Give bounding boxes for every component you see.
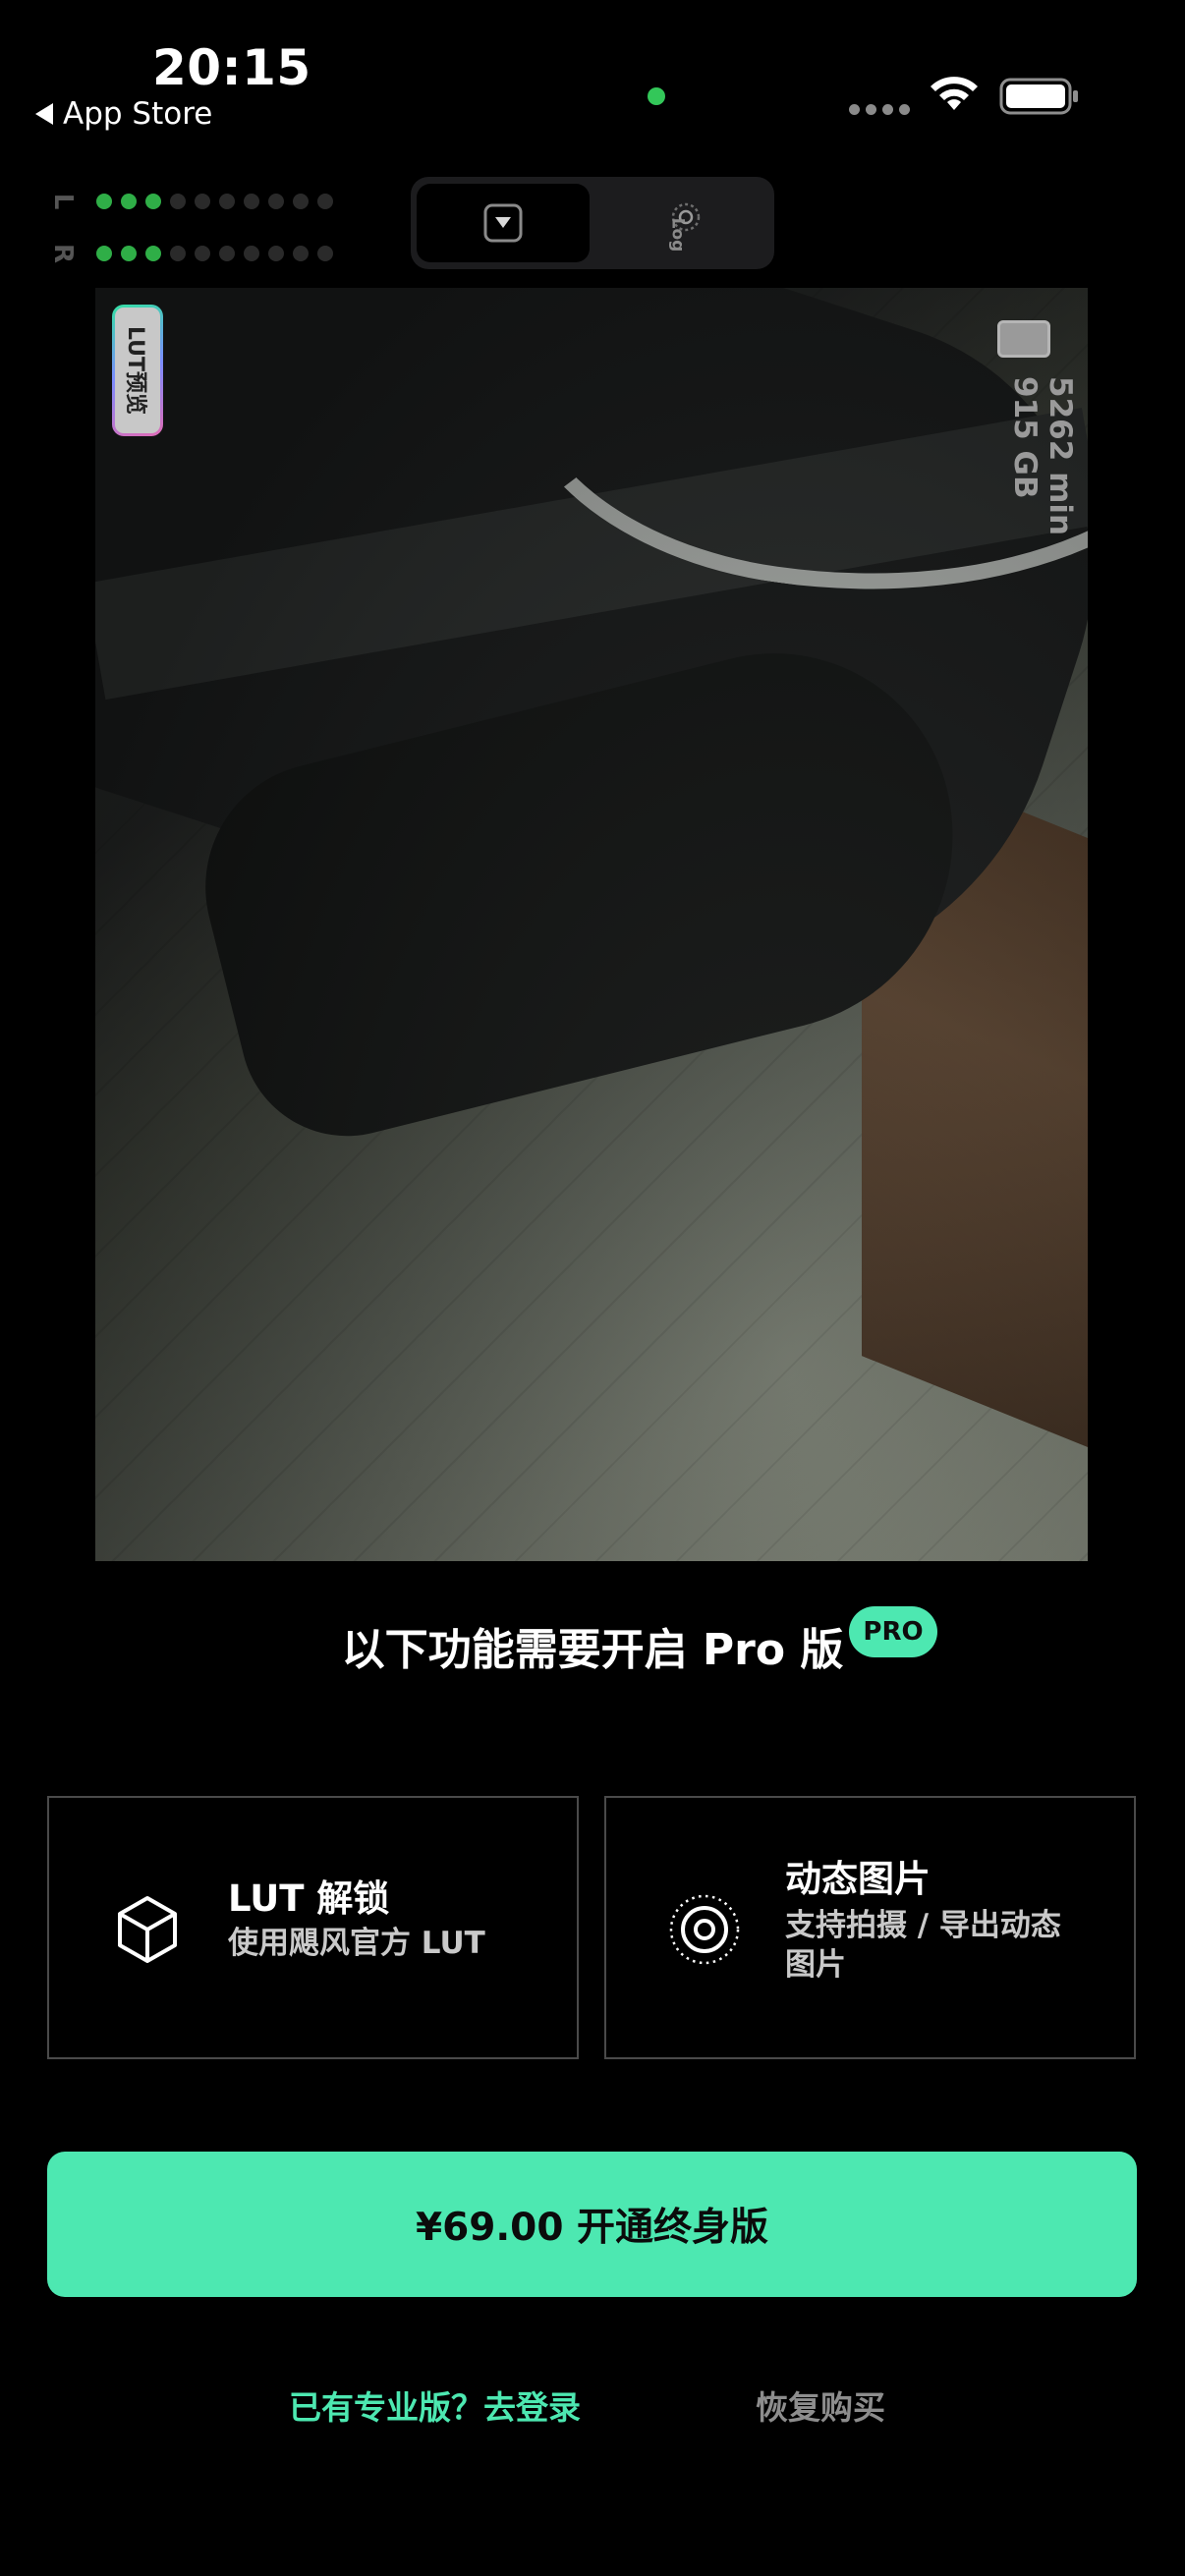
meter-led (317, 246, 333, 261)
status-time: 20:15 (152, 39, 311, 96)
meter-led (121, 194, 137, 209)
log-mode-label: Log (667, 217, 688, 252)
meter-led (293, 194, 309, 209)
sd-card-icon (997, 320, 1050, 358)
battery-icon (999, 78, 1078, 115)
free-space: 915 GB (1007, 376, 1043, 499)
preview-vignette (95, 288, 1088, 1561)
audio-meter-left-label: L (48, 193, 78, 210)
pro-required-title: 以下功能需要开启 Pro 版 (341, 1625, 844, 1675)
feature-lut-desc: 使用飓风官方 LUT (228, 1926, 485, 1961)
restore-purchase-link[interactable]: 恢复购买 (756, 2381, 885, 2429)
meter-led (317, 194, 333, 209)
filter-mode-icon (483, 203, 523, 243)
meter-led (219, 246, 235, 261)
audio-meter-right: R (48, 239, 333, 268)
feature-card-lut: LUT 解锁 使用飓风官方 LUT (47, 1796, 579, 2059)
meter-led (268, 246, 284, 261)
back-to-app-store-button[interactable]: App Store (35, 96, 212, 132)
feature-live-title: 动态图片 (785, 1858, 931, 1900)
audio-meter-left-leds (96, 194, 333, 209)
meter-led (293, 246, 309, 261)
meter-led (219, 194, 235, 209)
pro-upgrade-screen: 20:15 App Store L R Log LUT预览 5262 min 9… (0, 0, 1185, 2576)
audio-meter-right-leds (96, 246, 333, 261)
mode-log-tab[interactable]: Log (595, 184, 768, 262)
meter-led (96, 246, 112, 261)
audio-meter-left: L (48, 187, 333, 216)
mode-switch: Log (411, 177, 774, 269)
cellular-signal-icon (849, 104, 910, 115)
feature-lut-title: LUT 解锁 (228, 1877, 390, 1920)
meter-led (195, 246, 210, 261)
wifi-icon (931, 77, 978, 110)
pro-badge: PRO (849, 1606, 937, 1657)
login-link[interactable]: 已有专业版？去登录 (289, 2381, 581, 2429)
meter-led (96, 194, 112, 209)
feature-live-desc: 支持拍摄 / 导出动态图片 (785, 1908, 1061, 1983)
meter-led (145, 246, 161, 261)
live-photo-icon (669, 1894, 740, 1965)
audio-meter-right-label: R (48, 243, 78, 264)
meter-led (244, 194, 259, 209)
mode-filter-tab[interactable] (417, 184, 590, 262)
buy-lifetime-button[interactable]: ¥69.00 开通终身版 (47, 2152, 1137, 2297)
lut-preview-label: LUT预览 (123, 325, 148, 416)
meter-led (244, 246, 259, 261)
meter-led (195, 194, 210, 209)
meter-led (121, 246, 137, 261)
meter-led (145, 194, 161, 209)
meter-led (268, 194, 284, 209)
mic-indicator-icon (648, 87, 665, 105)
remaining-time: 5262 min (1043, 376, 1078, 536)
meter-led (170, 246, 186, 261)
feature-card-live-photo: 动态图片 支持拍摄 / 导出动态图片 (604, 1796, 1136, 2059)
camera-preview[interactable]: LUT预览 5262 min 915 GB (95, 288, 1088, 1561)
meter-led (170, 194, 186, 209)
back-to-app-store-label: App Store (63, 96, 213, 132)
lut-preview-badge: LUT预览 (112, 305, 163, 436)
back-triangle-icon (35, 103, 53, 125)
storage-info: 5262 min 915 GB (989, 317, 1078, 563)
cube-icon (118, 1896, 177, 1963)
